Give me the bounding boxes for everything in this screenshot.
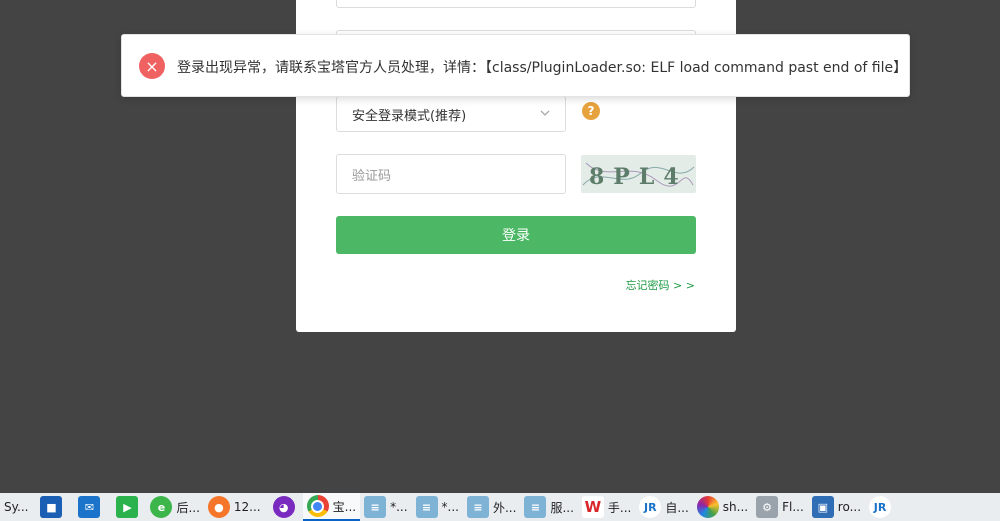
taskbar-item-label: 宝... xyxy=(332,499,357,514)
flash-tool-icon: ⚙ xyxy=(756,496,779,518)
taskbar-item-label: 手... xyxy=(607,500,632,515)
taskbar-item-label: sh... xyxy=(722,500,749,514)
taskbar-item-label: *... xyxy=(390,500,408,514)
captcha-input[interactable]: 验证码 xyxy=(336,154,566,194)
forgot-password-link[interactable]: 忘记密码 > > xyxy=(626,277,695,293)
taskbar-item-label: Sy... xyxy=(4,500,29,514)
ie-browser-icon: e xyxy=(150,496,173,518)
store-icon: ■ xyxy=(40,496,63,518)
taskbar-item-media[interactable]: ▶ xyxy=(108,493,146,521)
notepad-icon: ≡ xyxy=(415,496,438,518)
captcha-graphic: 8PL4 xyxy=(582,162,695,190)
color-wheel-icon xyxy=(696,496,719,518)
taskbar-item-label: 自... xyxy=(665,500,689,515)
taskbar-item-label: 后... xyxy=(176,500,200,515)
taskbar-item-firefox[interactable]: ● 12... xyxy=(204,493,265,521)
taskbar-item-notepad-3[interactable]: ≡ 外... xyxy=(463,493,520,521)
taskbar-item-notepad-1[interactable]: ≡ *... xyxy=(360,493,411,521)
taskbar-item-label: ro... xyxy=(837,500,862,514)
mail-icon: ✉ xyxy=(78,496,101,518)
login-button[interactable]: 登录 xyxy=(336,216,696,254)
help-icon[interactable]: ? xyxy=(582,102,600,120)
jr-app-icon: JR xyxy=(869,496,892,518)
taskbar-item-label: 服... xyxy=(550,500,574,515)
login-button-label: 登录 xyxy=(502,228,530,244)
login-mode-value: 安全登录模式(推荐) xyxy=(352,108,467,124)
taskbar-item-jr-2[interactable]: JR xyxy=(865,493,895,521)
captcha-image[interactable]: 8PL4 xyxy=(581,155,696,193)
error-toast: × 登录出现异常，请联系宝塔官方人员处理，详情：【class/PluginLoa… xyxy=(121,34,910,97)
taskbar-item-ro[interactable]: ▣ ro... xyxy=(808,493,865,521)
taskbar-item-label: 外... xyxy=(492,500,517,515)
taskbar-item-label: Fl... xyxy=(782,500,804,514)
taskbar-item-notepad-2[interactable]: ≡ *... xyxy=(412,493,463,521)
taskbar-item-notepad-4[interactable]: ≡ 服... xyxy=(520,493,577,521)
notepad-icon: ≡ xyxy=(524,496,547,518)
login-mode-select[interactable]: 安全登录模式(推荐) xyxy=(336,96,566,132)
chrome-icon xyxy=(306,495,329,517)
taskbar-item-mail[interactable]: ✉ xyxy=(70,493,108,521)
taskbar-item-flash[interactable]: ⚙ Fl... xyxy=(752,493,808,521)
media-player-icon: ▶ xyxy=(116,496,139,518)
mask-app-icon: ◕ xyxy=(272,496,295,518)
taskbar-item-jr[interactable]: JR 自... xyxy=(635,493,692,521)
taskbar: Sy... ■ ✉ ▶ e 后... ● 12... ◕ 宝... ≡ *...… xyxy=(0,493,1000,521)
chevron-down-icon xyxy=(540,110,550,116)
captcha-placeholder: 验证码 xyxy=(352,168,392,184)
error-message: 登录出现异常，请联系宝塔官方人员处理，详情：【class/PluginLoade… xyxy=(177,60,908,76)
taskbar-item-mask[interactable]: ◕ xyxy=(265,493,303,521)
jr-app-icon: JR xyxy=(639,496,662,518)
notepad-icon: ≡ xyxy=(364,496,387,518)
firefox-icon: ● xyxy=(207,496,230,518)
taskbar-item-wps[interactable]: W 手... xyxy=(578,493,635,521)
taskbar-item-sh[interactable]: sh... xyxy=(693,493,752,521)
taskbar-item-label: 12... xyxy=(233,500,261,514)
taskbar-item-label: *... xyxy=(441,500,459,514)
taskbar-item-sy[interactable]: Sy... xyxy=(0,493,32,521)
remote-desktop-icon: ▣ xyxy=(811,496,834,518)
notepad-icon: ≡ xyxy=(466,496,489,518)
captcha-text: 8PL4 xyxy=(589,164,688,190)
taskbar-item-store[interactable]: ■ xyxy=(32,493,70,521)
taskbar-item-chrome[interactable]: 宝... xyxy=(302,493,361,521)
username-input[interactable] xyxy=(336,0,696,8)
wps-icon: W xyxy=(581,496,604,518)
taskbar-item-ie[interactable]: e 后... xyxy=(146,493,203,521)
error-close-icon: × xyxy=(139,53,165,79)
